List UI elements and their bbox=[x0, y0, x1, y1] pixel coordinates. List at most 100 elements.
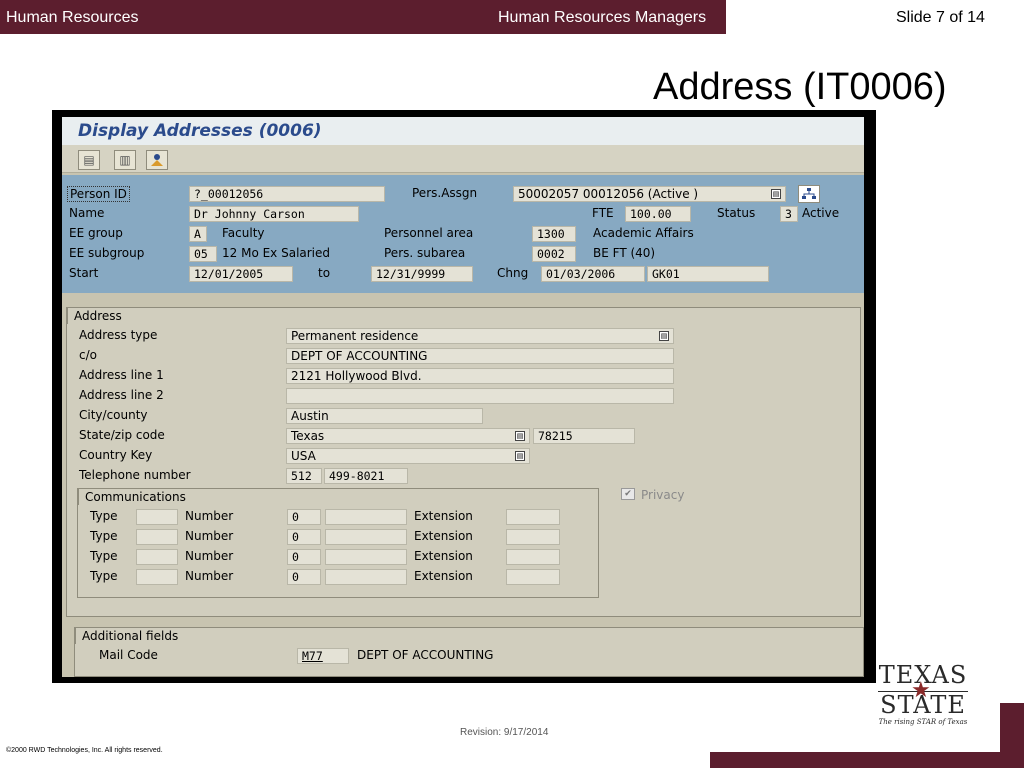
ee-group-code-field[interactable]: A bbox=[189, 226, 207, 242]
start-label: Start bbox=[69, 266, 99, 280]
state-value: Texas bbox=[291, 429, 325, 443]
dropdown-icon[interactable]: ▤ bbox=[771, 189, 781, 199]
additional-fields-label: Additional fields bbox=[75, 627, 185, 644]
copyright-text: ©2000 RWD Technologies, Inc. All rights … bbox=[6, 747, 163, 754]
dropdown-icon[interactable]: ▤ bbox=[659, 331, 669, 341]
country-select[interactable]: USA ▤ bbox=[286, 448, 530, 464]
extension-field[interactable] bbox=[506, 569, 560, 585]
address-line2-label: Address line 2 bbox=[79, 388, 164, 402]
phone-area-field[interactable]: 512 bbox=[286, 468, 322, 484]
tab-edge bbox=[135, 307, 171, 323]
dropdown-icon[interactable]: ▤ bbox=[515, 451, 525, 461]
co-label: c/o bbox=[79, 348, 97, 362]
personnel-area-code-field[interactable]: 1300 bbox=[532, 226, 576, 242]
document-icon[interactable]: ▥ bbox=[114, 150, 136, 170]
dropdown-icon[interactable]: ▤ bbox=[515, 431, 525, 441]
status-text: Active bbox=[802, 206, 840, 220]
number-label: Number bbox=[185, 569, 234, 583]
chng-date-field[interactable]: 01/03/2006 bbox=[541, 266, 645, 282]
address-type-value: Permanent residence bbox=[291, 329, 419, 343]
personnel-area-text: Academic Affairs bbox=[593, 226, 694, 240]
personnel-header: Person ID ?_00012056 Pers.Assgn 50002057… bbox=[62, 175, 864, 293]
fte-field[interactable]: 100.00 bbox=[625, 206, 691, 222]
number-label: Number bbox=[185, 529, 234, 543]
number-extra-field[interactable] bbox=[325, 529, 407, 545]
ee-subgroup-label: EE subgroup bbox=[69, 246, 145, 260]
type-field[interactable] bbox=[136, 509, 178, 525]
type-label: Type bbox=[90, 549, 118, 563]
person-id-field[interactable]: ?_00012056 bbox=[189, 186, 385, 202]
type-label: Type bbox=[90, 569, 118, 583]
type-field[interactable] bbox=[136, 549, 178, 565]
extension-field[interactable] bbox=[506, 529, 560, 545]
type-label: Type bbox=[90, 509, 118, 523]
status-code-field[interactable]: 3 bbox=[780, 206, 798, 222]
footer-corner bbox=[1000, 703, 1024, 768]
number-field[interactable]: 0 bbox=[287, 509, 321, 525]
slide-title: Address (IT0006) bbox=[653, 66, 947, 108]
extension-field[interactable] bbox=[506, 549, 560, 565]
pers-assgn-select[interactable]: 50002057 00012056 (Active ) ▤ bbox=[513, 186, 786, 202]
extension-label: Extension bbox=[414, 549, 473, 563]
privacy-checkbox[interactable]: ✔ bbox=[621, 488, 635, 500]
slide-header-bar: Human Resources Human Resources Managers bbox=[0, 0, 726, 34]
star-icon: ★ bbox=[911, 677, 931, 702]
sap-screen-title: Display Addresses (0006) bbox=[62, 117, 864, 145]
pers-subarea-text: BE FT (40) bbox=[593, 246, 656, 260]
type-label: Type bbox=[90, 529, 118, 543]
ee-subgroup-code-field[interactable]: 05 bbox=[189, 246, 217, 262]
type-field[interactable] bbox=[136, 529, 178, 545]
person-id-label: Person ID bbox=[67, 186, 130, 202]
end-date-field[interactable]: 12/31/9999 bbox=[371, 266, 473, 282]
address-line2-field[interactable] bbox=[286, 388, 674, 404]
header-center-text: Human Resources Managers bbox=[498, 9, 707, 26]
ee-group-label: EE group bbox=[69, 226, 123, 240]
pers-assgn-label: Pers.Assgn bbox=[412, 186, 478, 200]
type-field[interactable] bbox=[136, 569, 178, 585]
privacy-label: Privacy bbox=[641, 488, 685, 502]
logo-tagline: The rising STAR of Texas bbox=[878, 718, 968, 726]
phone-number-field[interactable]: 499-8021 bbox=[324, 468, 408, 484]
chng-label: Chng bbox=[497, 266, 529, 280]
number-field[interactable]: 0 bbox=[287, 549, 321, 565]
overview-icon[interactable]: ▤ bbox=[78, 150, 100, 170]
personnel-area-label: Personnel area bbox=[384, 226, 474, 240]
number-extra-field[interactable] bbox=[325, 569, 407, 585]
start-date-field[interactable]: 12/01/2005 bbox=[189, 266, 293, 282]
pers-subarea-code-field[interactable]: 0002 bbox=[532, 246, 576, 262]
person-image-icon[interactable] bbox=[146, 150, 168, 170]
number-field[interactable]: 0 bbox=[287, 529, 321, 545]
co-field[interactable]: DEPT OF ACCOUNTING bbox=[286, 348, 674, 364]
sap-screen: Display Addresses (0006) ▤ ▥ Person ID ?… bbox=[62, 117, 864, 677]
mail-code-field[interactable]: M77 bbox=[297, 648, 349, 664]
footer-band bbox=[710, 752, 1024, 768]
telephone-label: Telephone number bbox=[79, 468, 191, 482]
number-extra-field[interactable] bbox=[325, 509, 407, 525]
communications-label: Communications bbox=[78, 488, 192, 505]
org-structure-icon[interactable] bbox=[798, 185, 820, 203]
address-line1-label: Address line 1 bbox=[79, 368, 164, 382]
slide-number: Slide 7 of 14 bbox=[896, 9, 985, 26]
extension-field[interactable] bbox=[506, 509, 560, 525]
additional-fields-section: Additional fields Mail Code M77 DEPT OF … bbox=[74, 627, 864, 677]
zip-field[interactable]: 78215 bbox=[533, 428, 635, 444]
address-type-select[interactable]: Permanent residence ▤ bbox=[286, 328, 674, 344]
chng-user-field[interactable]: GK01 bbox=[647, 266, 769, 282]
name-label: Name bbox=[69, 206, 105, 220]
number-field[interactable]: 0 bbox=[287, 569, 321, 585]
number-extra-field[interactable] bbox=[325, 549, 407, 565]
to-label: to bbox=[318, 266, 331, 280]
number-label: Number bbox=[185, 509, 234, 523]
screenshot-frame: Display Addresses (0006) ▤ ▥ Person ID ?… bbox=[52, 110, 876, 683]
tab-edge bbox=[216, 488, 252, 504]
state-select[interactable]: Texas ▤ bbox=[286, 428, 530, 444]
pers-assgn-value: 50002057 00012056 (Active ) bbox=[518, 187, 699, 201]
city-field[interactable]: Austin bbox=[286, 408, 483, 424]
status-label: Status bbox=[717, 206, 756, 220]
city-label: City/county bbox=[79, 408, 148, 422]
name-field[interactable]: Dr Johnny Carson bbox=[189, 206, 359, 222]
mail-code-text: DEPT OF ACCOUNTING bbox=[357, 648, 494, 662]
address-line1-field[interactable]: 2121 Hollywood Blvd. bbox=[286, 368, 674, 384]
pers-subarea-label: Pers. subarea bbox=[384, 246, 466, 260]
header-left-text: Human Resources bbox=[6, 9, 139, 26]
